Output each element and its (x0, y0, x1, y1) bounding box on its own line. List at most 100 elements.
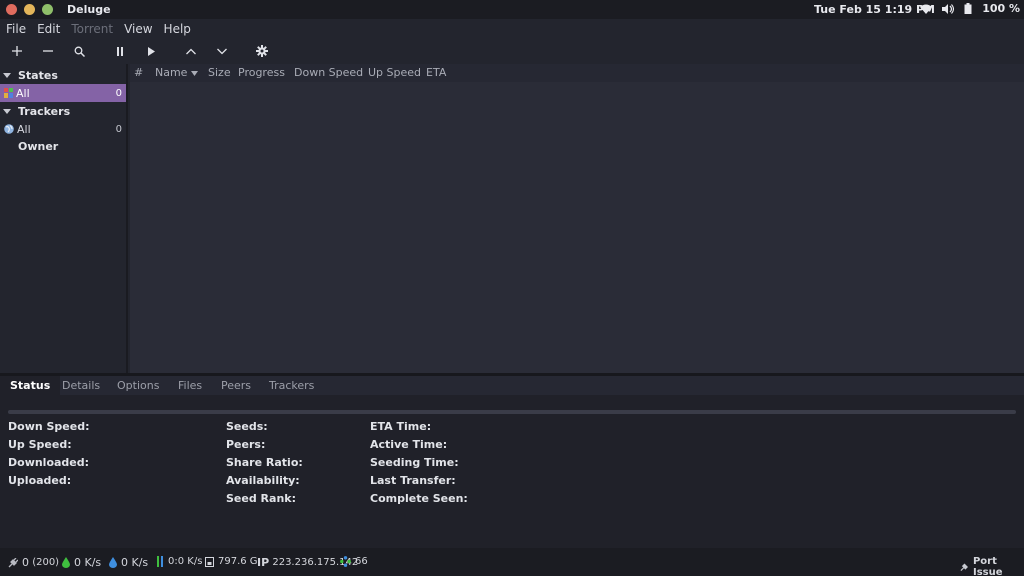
globe-icon (4, 124, 14, 134)
minus-icon (43, 50, 53, 52)
port-issue-label: Port Issue (972, 556, 1003, 576)
dht-nodes-indicator[interactable]: 66 (340, 556, 368, 567)
status-bar: 0 (200) 0 K/s 0 K/s 0:0 K/s 797.6 G IP 2… (0, 548, 1024, 576)
torrent-list[interactable]: # Name Size Progress Down Speed Up Speed… (130, 64, 1024, 373)
download-drop-icon (62, 557, 70, 568)
down-speed-label: Down Speed: (8, 420, 90, 433)
menu-torrent[interactable]: Torrent (71, 22, 113, 36)
connections-count: 0 (22, 556, 29, 569)
download-speed-indicator[interactable]: 0 K/s (62, 556, 101, 569)
column-header-down-speed[interactable]: Down Speed (294, 66, 363, 79)
menu-bar: File Edit Torrent View Help (0, 19, 1024, 39)
tab-details[interactable]: Details (52, 376, 110, 395)
expand-triangle-icon (3, 72, 11, 78)
availability-label: Availability: (226, 474, 300, 487)
clock[interactable]: Tue Feb 15 1:19 PM (814, 3, 935, 16)
downloaded-label: Downloaded: (8, 456, 90, 469)
column-header-label: Name (155, 66, 188, 79)
protocol-traffic-indicator[interactable]: 0:0 K/s (156, 556, 202, 567)
move-down-button[interactable] (213, 42, 231, 60)
battery-icon[interactable] (964, 3, 972, 14)
expand-triangle-icon (3, 108, 11, 114)
battery-level: 100 % (982, 2, 1020, 15)
resume-button[interactable] (142, 42, 160, 60)
tab-files[interactable]: Files (168, 376, 212, 395)
tab-trackers[interactable]: Trackers (259, 376, 324, 395)
move-up-button[interactable] (182, 42, 200, 60)
upload-speed: 0 K/s (121, 556, 149, 569)
upload-drop-icon (109, 557, 117, 568)
filter-search-button[interactable] (70, 42, 88, 60)
search-icon (74, 46, 85, 57)
seeding-time-label: Seeding Time: (370, 456, 459, 469)
sort-descending-icon (190, 71, 198, 76)
pause-button[interactable] (111, 42, 129, 60)
menu-edit[interactable]: Edit (37, 22, 60, 36)
close-window-button[interactable] (6, 4, 17, 15)
complete-seen-label: Complete Seen: (370, 492, 468, 505)
torrent-list-header: # Name Size Progress Down Speed Up Speed… (130, 64, 1024, 82)
plug-icon (8, 557, 18, 567)
add-torrent-button[interactable] (8, 42, 26, 60)
chevron-down-icon (217, 48, 227, 54)
volume-icon[interactable] (942, 3, 955, 14)
details-tabs: Status Details Options Files Peers Track… (0, 376, 1024, 395)
menu-file[interactable]: File (6, 22, 26, 36)
chevron-up-icon (186, 48, 196, 54)
peers-label: Peers: (226, 438, 266, 451)
filter-sidebar: States All 0 Trackers All 0 Owner (0, 64, 128, 373)
column-header-up-speed[interactable]: Up Speed (368, 66, 421, 79)
wifi-icon[interactable] (920, 4, 933, 14)
plus-icon (12, 46, 22, 56)
free-space-indicator: 797.6 G (205, 556, 258, 567)
sidebar-section-label: States (18, 68, 58, 82)
upload-speed-indicator[interactable]: 0 K/s (109, 556, 148, 569)
disk-icon (205, 556, 214, 567)
dht-nodes-count: 66 (355, 556, 368, 567)
sidebar-section-states[interactable]: States (0, 66, 58, 84)
maximize-window-button[interactable] (42, 4, 53, 15)
sidebar-section-trackers[interactable]: Trackers (0, 102, 70, 120)
menu-help[interactable]: Help (164, 22, 191, 36)
minimize-window-button[interactable] (24, 4, 35, 15)
tab-peers[interactable]: Peers (211, 376, 261, 395)
gear-icon (256, 45, 268, 57)
preferences-button[interactable] (253, 42, 271, 60)
menu-view[interactable]: View (124, 22, 152, 36)
seeds-label: Seeds: (226, 420, 268, 433)
torrent-progress-bar (8, 410, 1016, 414)
toolbar (0, 39, 1024, 63)
sidebar-item-label: All (17, 122, 31, 136)
column-header-eta[interactable]: ETA (426, 66, 446, 79)
column-header-number[interactable]: # (134, 66, 143, 79)
plug-warning-icon (960, 563, 968, 571)
ip-label: IP (257, 556, 270, 569)
eta-time-label: ETA Time: (370, 420, 432, 433)
status-panel: Down Speed: Up Speed: Downloaded: Upload… (0, 395, 1024, 548)
download-speed: 0 K/s (74, 556, 102, 569)
connections-max: (200) (32, 557, 60, 568)
port-issue-indicator[interactable]: Port Issue (960, 556, 1024, 576)
uploaded-label: Uploaded: (8, 474, 72, 487)
sidebar-item-states-all[interactable]: All 0 (0, 84, 126, 102)
sidebar-section-owner[interactable]: Owner (18, 140, 58, 153)
remove-torrent-button[interactable] (39, 42, 57, 60)
column-header-progress[interactable]: Progress (238, 66, 285, 79)
pause-icon (117, 46, 123, 56)
share-ratio-label: Share Ratio: (226, 456, 303, 469)
last-transfer-label: Last Transfer: (370, 474, 456, 487)
up-speed-label: Up Speed: (8, 438, 72, 451)
play-icon (148, 46, 155, 56)
sidebar-item-label: All (16, 86, 30, 100)
tab-options[interactable]: Options (107, 376, 169, 395)
sidebar-item-count: 0 (115, 123, 122, 135)
protocol-traffic: 0:0 K/s (168, 556, 203, 567)
title-bar: Deluge Tue Feb 15 1:19 PM 100 % (0, 0, 1024, 19)
sidebar-item-trackers-all[interactable]: All 0 (0, 120, 126, 138)
all-states-icon (4, 88, 13, 98)
sidebar-item-count: 0 (115, 87, 122, 99)
connections-indicator[interactable]: 0 (200) (8, 556, 59, 569)
column-header-size[interactable]: Size (208, 66, 231, 79)
system-tray: 100 % (920, 2, 1020, 15)
column-header-name[interactable]: Name (155, 66, 198, 79)
